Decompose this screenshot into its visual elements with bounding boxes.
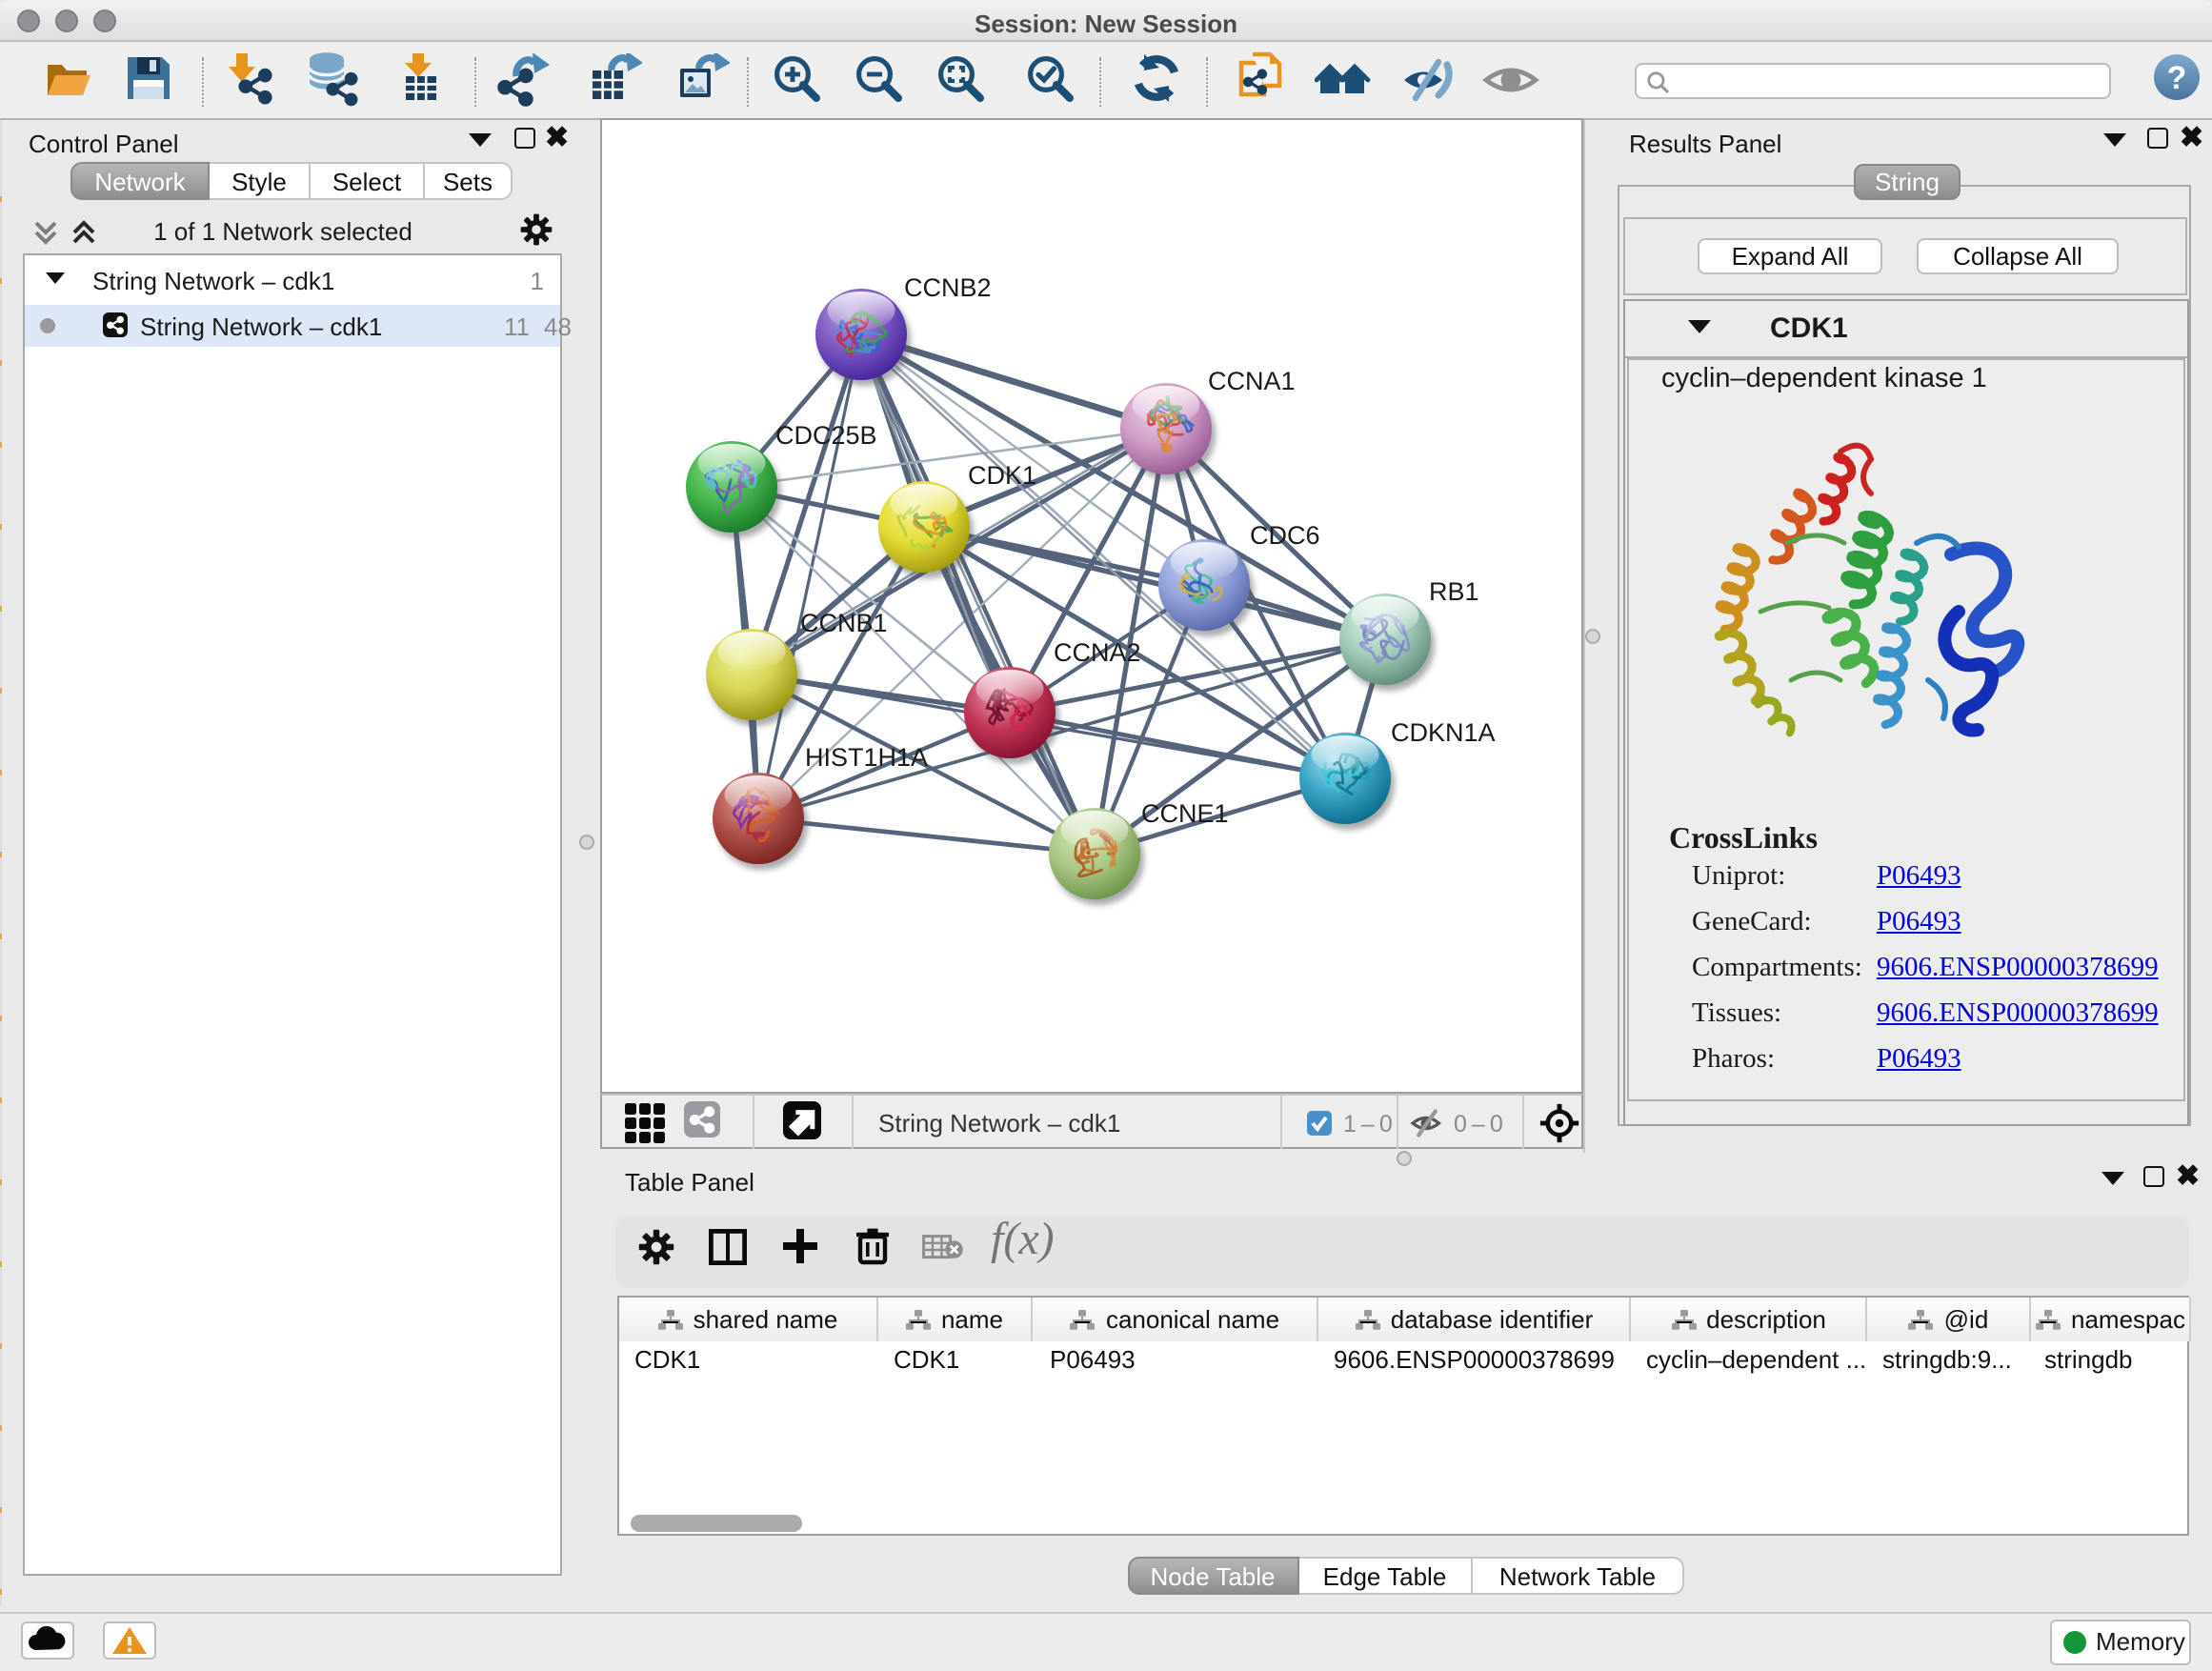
svg-text:CCNA2: CCNA2 xyxy=(1054,638,1141,667)
svg-text:CCNA1: CCNA1 xyxy=(1208,367,1296,395)
svg-text:CCNE1: CCNE1 xyxy=(1141,799,1229,828)
svg-text:?: ? xyxy=(2167,60,2187,96)
svg-text:HIST1H1A: HIST1H1A xyxy=(805,743,928,772)
svg-text:CDKN1A: CDKN1A xyxy=(1391,718,1496,747)
svg-text:CDC6: CDC6 xyxy=(1250,521,1320,550)
svg-text:RB1: RB1 xyxy=(1429,577,1479,606)
svg-text:CDC25B: CDC25B xyxy=(775,421,877,450)
svg-text:CCNB1: CCNB1 xyxy=(800,609,888,637)
svg-text:CCNB2: CCNB2 xyxy=(904,273,992,302)
svg-text:CDK1: CDK1 xyxy=(968,461,1036,490)
